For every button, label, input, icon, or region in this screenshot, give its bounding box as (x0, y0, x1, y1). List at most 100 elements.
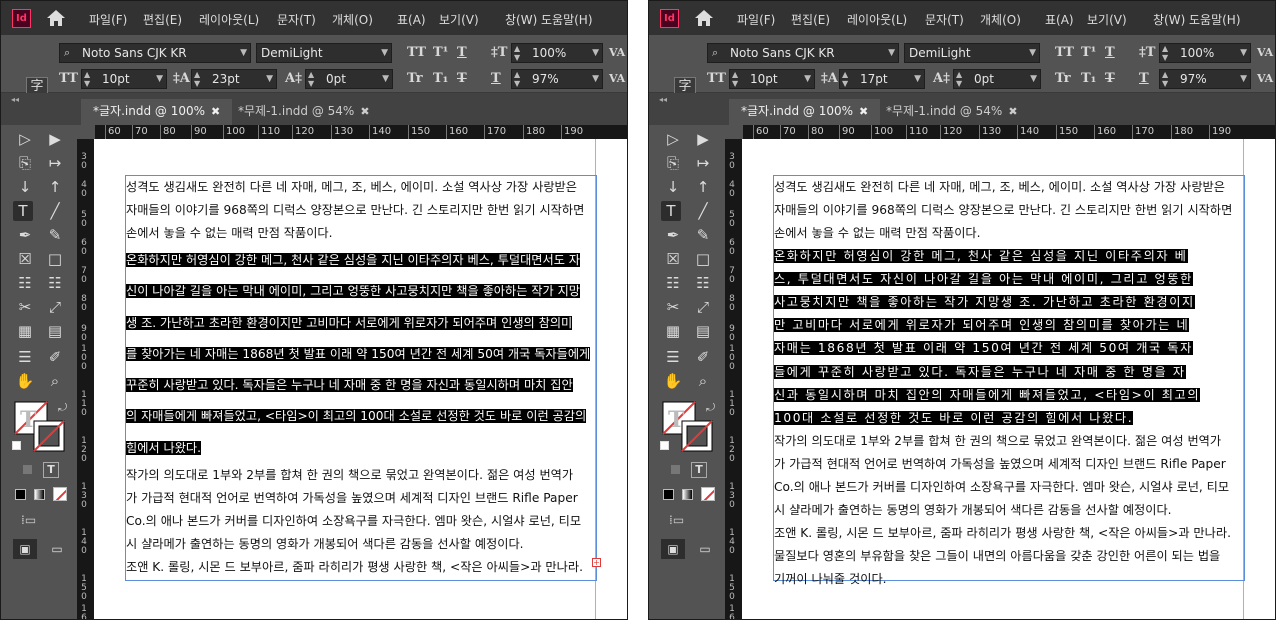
formatting-container-icon[interactable] (671, 465, 680, 474)
horizontal-scale-field[interactable]: ▲ ▼ 97% ▼ (511, 69, 603, 89)
type-tool-icon[interactable]: T (661, 201, 681, 221)
stepper-icon[interactable]: ▲ ▼ (514, 70, 520, 88)
vertical-ruler[interactable]: 30405060708090100110120130140150160 (77, 139, 94, 619)
zoom-tool-icon[interactable]: ⌕ (45, 371, 65, 391)
content-collector-tool-icon[interactable]: ↓ (15, 177, 35, 197)
all-caps-icon[interactable]: TT (407, 45, 426, 61)
gridify-tool-icon[interactable]: ☷ (45, 273, 65, 293)
formatting-container-icon[interactable] (23, 465, 32, 474)
apply-gradient-icon[interactable] (682, 489, 693, 500)
page-tool-icon[interactable]: ⎘ (15, 153, 35, 173)
collapse-panels-icon[interactable]: ◂◂ (659, 95, 667, 104)
leading-field[interactable]: ▲ ▼ 17pt ▼ (839, 69, 925, 89)
menu-item[interactable]: 보기(V) (1087, 11, 1127, 28)
rectangle-frame-tool-icon[interactable]: ☒ (15, 249, 35, 269)
stepper-icon[interactable]: ▲ ▼ (514, 44, 520, 62)
kerning-icon[interactable]: VA (609, 45, 625, 61)
content-collector-tool-icon[interactable]: ↓ (663, 177, 683, 197)
stepper-icon[interactable]: ▲ ▼ (732, 70, 738, 88)
menu-item[interactable]: 창(W) (505, 11, 537, 28)
pencil-tool-icon[interactable]: ✎ (45, 225, 65, 245)
default-colors-icon[interactable] (660, 441, 669, 450)
horizontal-ruler[interactable]: 60 70 80 90 100 110 120 130 140 150 160 170 180 190 (743, 125, 1275, 139)
tab-document-untitled[interactable]: *무제-1.indd @ 54% ✖ (226, 99, 382, 125)
fill-stroke-swatches[interactable]: T ⤾ (12, 401, 67, 453)
stepper-icon[interactable]: ▲ ▼ (308, 70, 314, 88)
page-tool-icon[interactable]: ⎘ (663, 153, 683, 173)
menu-item[interactable]: 도움말(H) (541, 11, 593, 28)
screen-mode-icon[interactable]: ▭ (45, 539, 69, 559)
leading-field[interactable]: ▲ ▼ 23pt ▼ (191, 69, 277, 89)
menu-item[interactable]: 개체(O) (980, 11, 1021, 28)
menu-item[interactable]: 표(A) (1045, 11, 1074, 28)
horizontal-ruler[interactable]: 60 70 80 90 100 110 120 130 140 150 160 170 180 190 (95, 125, 627, 139)
rectangle-tool-icon[interactable]: □ (693, 249, 713, 269)
direct-selection-tool-icon[interactable]: ▶ (693, 129, 713, 149)
menu-item[interactable]: 개체(O) (332, 11, 373, 28)
close-icon[interactable]: ✖ (1008, 105, 1017, 118)
superscript-icon[interactable]: T¹ (433, 45, 448, 61)
formatting-text-icon[interactable]: T (691, 462, 707, 478)
tracking-vertical-icon[interactable]: VA (609, 71, 625, 87)
screen-mode-icon[interactable]: ▭ (693, 539, 717, 559)
font-family-dropdown[interactable]: ⌕ Noto Sans CJK KR ▼ (707, 43, 899, 63)
menu-item[interactable]: 파일(F) (737, 11, 775, 28)
menu-item[interactable]: 도움말(H) (1189, 11, 1241, 28)
note-tool-icon[interactable]: ☰ (15, 347, 35, 367)
stepper-icon[interactable]: ▲ ▼ (956, 70, 962, 88)
stepper-icon[interactable]: ▲ ▼ (842, 70, 848, 88)
gradient-swatch-tool-icon[interactable]: ▦ (663, 321, 683, 341)
pencil-tool-icon[interactable]: ✎ (693, 225, 713, 245)
underline-icon[interactable]: T (1105, 45, 1115, 61)
font-size-field[interactable]: ▲ ▼ 10pt ▼ (81, 69, 167, 89)
scissors-tool-icon[interactable]: ✂ (663, 297, 683, 317)
gradient-feather-tool-icon[interactable]: ▤ (693, 321, 713, 341)
content-placer-tool-icon[interactable]: ↑ (693, 177, 713, 197)
formatting-text-icon[interactable]: T (43, 462, 59, 478)
small-caps-icon[interactable]: Tr (407, 71, 423, 87)
superscript-icon[interactable]: T¹ (1081, 45, 1096, 61)
tracking-field[interactable]: ▲ ▼ 0pt ▼ (305, 69, 393, 89)
menu-item[interactable]: 문자(T) (925, 11, 964, 28)
apply-none-icon[interactable] (701, 487, 715, 501)
menu-item[interactable]: 창(W) (1153, 11, 1185, 28)
gap-tool-icon[interactable]: ↦ (45, 153, 65, 173)
hand-tool-icon[interactable]: ✋ (663, 371, 683, 391)
menu-item[interactable]: 파일(F) (89, 11, 127, 28)
font-family-dropdown[interactable]: ⌕ Noto Sans CJK KR ▼ (59, 43, 251, 63)
collapse-panels-icon[interactable]: ◂◂ (11, 95, 19, 104)
note-tool-icon[interactable]: ☰ (663, 347, 683, 367)
apply-color-icon[interactable] (663, 489, 674, 500)
tab-document-active[interactable]: *글자.indd @ 100% ✖ (729, 99, 881, 125)
line-tool-icon[interactable]: ╱ (693, 201, 713, 221)
menu-item[interactable]: 레이아웃(L) (847, 11, 907, 28)
default-colors-icon[interactable] (12, 441, 21, 450)
hand-tool-icon[interactable]: ✋ (15, 371, 35, 391)
table-grid-tool-icon[interactable]: ☷ (15, 273, 35, 293)
normal-view-icon[interactable]: ▣ (13, 539, 37, 559)
horizontal-scale-field[interactable]: ▲ ▼ 97% ▼ (1159, 69, 1251, 89)
vertical-ruler[interactable]: 30405060708090100110120130140150160 (725, 139, 742, 619)
gradient-feather-tool-icon[interactable]: ▤ (45, 321, 65, 341)
free-transform-tool-icon[interactable]: ⤢ (45, 297, 65, 317)
strikethrough-icon[interactable]: T (457, 71, 467, 87)
pen-tool-icon[interactable]: ✒ (15, 225, 35, 245)
home-icon[interactable] (45, 8, 67, 28)
menu-item[interactable]: 편집(E) (791, 11, 830, 28)
normal-view-icon[interactable]: ▣ (661, 539, 685, 559)
tab-document-untitled[interactable]: *무제-1.indd @ 54% ✖ (874, 99, 1030, 125)
rectangle-frame-tool-icon[interactable]: ☒ (663, 249, 683, 269)
view-options-icon[interactable]: ⁞▭ (21, 513, 36, 527)
gradient-swatch-tool-icon[interactable]: ▦ (15, 321, 35, 341)
stepper-icon[interactable]: ▲ ▼ (84, 70, 90, 88)
eyedropper-tool-icon[interactable]: ✐ (45, 347, 65, 367)
selection-tool-icon[interactable]: ▷ (15, 129, 35, 149)
close-icon[interactable]: ✖ (360, 105, 369, 118)
overset-text-icon[interactable]: + (592, 558, 601, 567)
tracking-field[interactable]: ▲ ▼ 0pt ▼ (953, 69, 1041, 89)
scissors-tool-icon[interactable]: ✂ (15, 297, 35, 317)
menu-item[interactable]: 레이아웃(L) (199, 11, 259, 28)
fill-stroke-swatches[interactable]: T ⤾ (660, 401, 715, 453)
vertical-scale-field[interactable]: ▲ ▼ 100% ▼ (511, 43, 603, 63)
strikethrough-icon[interactable]: T (1105, 71, 1115, 87)
